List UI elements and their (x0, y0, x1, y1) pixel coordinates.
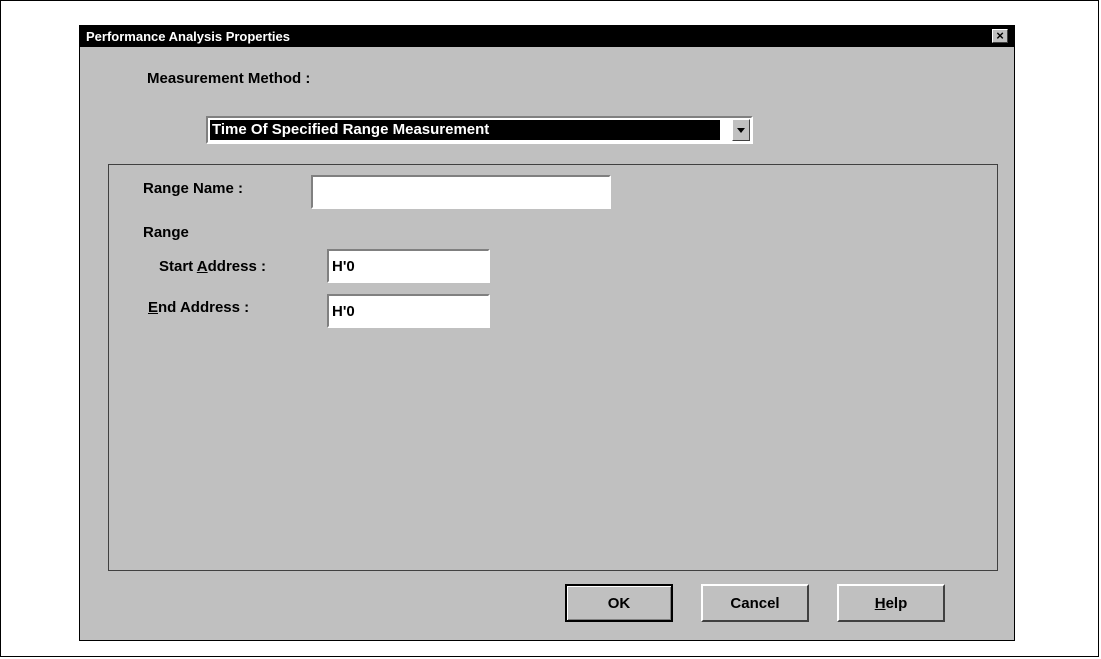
start-address-label: Start Address : (159, 258, 266, 275)
ok-button[interactable]: OK (565, 584, 673, 622)
range-label: Range (143, 224, 189, 241)
end-address-label-suffix: nd Address : (158, 299, 250, 316)
range-name-input[interactable] (311, 175, 611, 209)
measurement-method-selected-value: Time Of Specified Range Measurement (210, 120, 720, 140)
close-button[interactable]: × (992, 29, 1008, 43)
dialog-titlebar: Performance Analysis Properties × (80, 26, 1014, 47)
start-address-accel: A (196, 258, 208, 275)
start-address-label-prefix: Start (159, 258, 197, 275)
performance-analysis-dialog: Performance Analysis Properties × Measur… (79, 25, 1015, 641)
help-label-rest: elp (885, 594, 908, 612)
close-icon: × (996, 28, 1004, 43)
dialog-title: Performance Analysis Properties (86, 29, 290, 44)
dropdown-button[interactable] (732, 119, 750, 141)
end-address-label: End Address : (148, 299, 249, 316)
help-button[interactable]: Help (837, 584, 945, 622)
end-address-accel: E (148, 299, 159, 316)
cancel-button[interactable]: Cancel (701, 584, 809, 622)
start-address-label-suffix: ddress : (207, 258, 266, 275)
measurement-method-select[interactable]: Time Of Specified Range Measurement (206, 116, 753, 144)
range-settings-group (108, 164, 998, 571)
measurement-method-label: Measurement Method : (147, 70, 311, 87)
help-accel: H (874, 594, 886, 612)
end-address-input[interactable] (327, 294, 490, 328)
range-name-label: Range Name : (143, 180, 244, 197)
chevron-down-icon (737, 127, 745, 133)
start-address-input[interactable] (327, 249, 490, 283)
